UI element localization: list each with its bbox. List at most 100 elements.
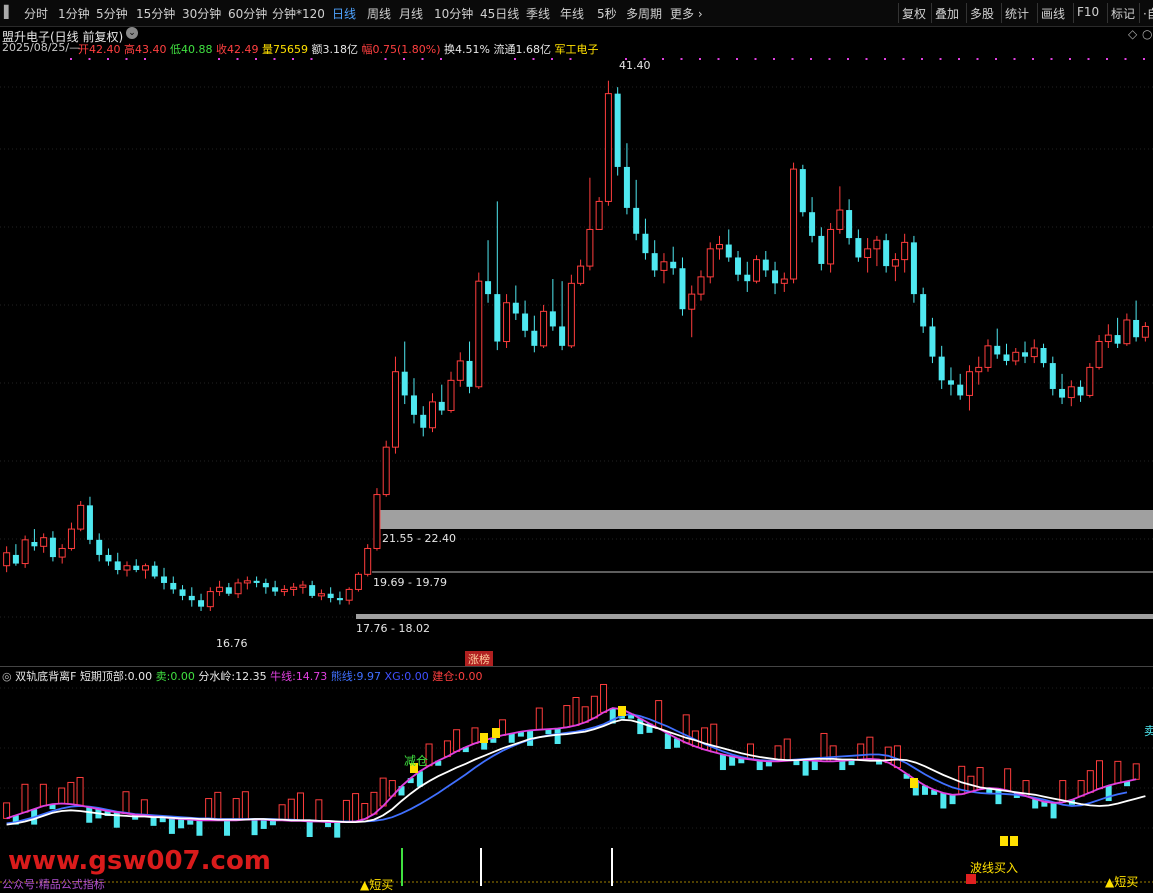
limit-up-tag[interactable]: 涨榜: [465, 651, 493, 667]
period-tab-13[interactable]: 年线: [560, 5, 584, 22]
candle-body: [725, 244, 732, 258]
toolbar-right-6[interactable]: 标记: [1111, 5, 1135, 22]
signal-dot: [921, 58, 923, 60]
period-tab-12[interactable]: 季线: [526, 5, 550, 22]
toolbar-right-0[interactable]: 复权: [902, 5, 926, 22]
histogram-bar: [1077, 780, 1085, 797]
period-tab-0[interactable]: 分时: [24, 5, 48, 22]
histogram-bar: [315, 799, 323, 823]
period-tab-14[interactable]: 5秒: [597, 5, 617, 22]
candle-body: [1030, 347, 1038, 358]
candle-body: [679, 268, 686, 310]
histogram-bar: [499, 719, 507, 736]
histogram-bar: [443, 740, 451, 757]
candle-body: [3, 552, 11, 567]
period-tab-16[interactable]: 更多 ›: [670, 5, 703, 22]
histogram-bar: [1132, 763, 1140, 780]
candle-body: [1003, 354, 1010, 361]
period-tab-4[interactable]: 30分钟: [182, 5, 221, 22]
candle-body: [272, 587, 279, 592]
candle-body: [809, 212, 816, 236]
histogram-bar: [1114, 760, 1122, 784]
candle-body: [614, 93, 621, 167]
signal-dot: [699, 58, 701, 60]
period-tab-10[interactable]: 10分钟: [434, 5, 473, 22]
candle-body: [975, 366, 983, 373]
histogram-bar: [232, 798, 240, 821]
toolbar-right-1[interactable]: 叠加: [935, 5, 959, 22]
period-tab-5[interactable]: 60分钟: [228, 5, 267, 22]
histogram-bar: [508, 733, 515, 743]
histogram-bar: [58, 787, 66, 805]
candle-body: [753, 259, 761, 282]
histogram-bar: [554, 728, 561, 744]
histogram-bar: [600, 683, 608, 713]
toolbar-right-3[interactable]: 统计: [1005, 5, 1029, 22]
signal-dot: [125, 58, 128, 60]
period-tab-1[interactable]: 1分钟: [58, 5, 90, 22]
candle-body: [855, 238, 862, 258]
candle-body: [21, 539, 29, 565]
histogram-bar: [287, 798, 295, 822]
signal-dot: [754, 58, 757, 60]
candle-body: [1077, 386, 1084, 396]
candle-body: [920, 294, 927, 327]
histogram-bar: [453, 729, 461, 752]
candle-body: [965, 371, 973, 396]
candle-body: [206, 591, 214, 608]
signal-dot: [884, 58, 886, 60]
candle-body: [67, 528, 75, 549]
candle-body: [744, 274, 751, 282]
signal-dot: [680, 58, 683, 60]
period-tab-15[interactable]: 多周期: [626, 5, 662, 22]
candle-body: [799, 169, 806, 213]
period-tab-6[interactable]: 分钟*120: [272, 5, 325, 22]
signal-dot: [88, 58, 91, 60]
candlestick-chart[interactable]: [0, 27, 1153, 667]
signal-dot: [273, 58, 276, 60]
candle-body: [364, 547, 372, 575]
candle-body: [688, 293, 696, 310]
candle-body: [910, 242, 917, 295]
candle-body: [559, 326, 566, 346]
histogram-bar: [3, 802, 11, 819]
candle-body: [586, 228, 594, 267]
candle-body: [1086, 366, 1094, 396]
histogram-bar: [334, 822, 341, 838]
candle-body: [299, 584, 307, 588]
period-tab-7[interactable]: 日线: [332, 5, 356, 22]
candle-body: [234, 582, 242, 595]
period-tab-8[interactable]: 周线: [367, 5, 391, 22]
histogram-bar: [296, 792, 304, 822]
histogram-bar: [1004, 768, 1012, 792]
candle-body: [1067, 386, 1075, 399]
candle-body: [391, 371, 399, 448]
period-tab-2[interactable]: 5分钟: [96, 5, 128, 22]
candle-body: [354, 573, 362, 590]
period-tab-11[interactable]: 45日线: [480, 5, 519, 22]
candle-body: [827, 228, 835, 265]
toolbar-right-2[interactable]: 多股: [970, 5, 994, 22]
period-tab-3[interactable]: 15分钟: [136, 5, 175, 22]
signal-dot: [736, 58, 738, 60]
toolbar-right-4[interactable]: 画线: [1041, 5, 1065, 22]
toolbar-right-7[interactable]: ·自: [1143, 5, 1153, 22]
period-tab-9[interactable]: 月线: [399, 5, 423, 22]
zone-label-2: 19.69 - 19.79: [373, 576, 447, 589]
histogram-bar: [241, 791, 249, 821]
candle-body: [697, 276, 705, 295]
histogram-bar: [811, 760, 818, 771]
histogram-bar: [76, 776, 84, 806]
signal-dot: [828, 58, 831, 60]
menu-icon[interactable]: ▌: [4, 5, 13, 19]
toolbar-right-5[interactable]: F10: [1077, 5, 1099, 19]
histogram-bar: [1095, 760, 1103, 790]
histogram-bar: [940, 792, 947, 809]
histogram-bar: [471, 727, 479, 744]
candle-body: [522, 313, 529, 331]
signal-dot: [440, 58, 442, 60]
candle-body: [1123, 319, 1131, 345]
candle-body: [994, 345, 1001, 355]
signal-dot: [1124, 58, 1127, 60]
footnote: 公众号:精品公式指标: [2, 878, 105, 891]
